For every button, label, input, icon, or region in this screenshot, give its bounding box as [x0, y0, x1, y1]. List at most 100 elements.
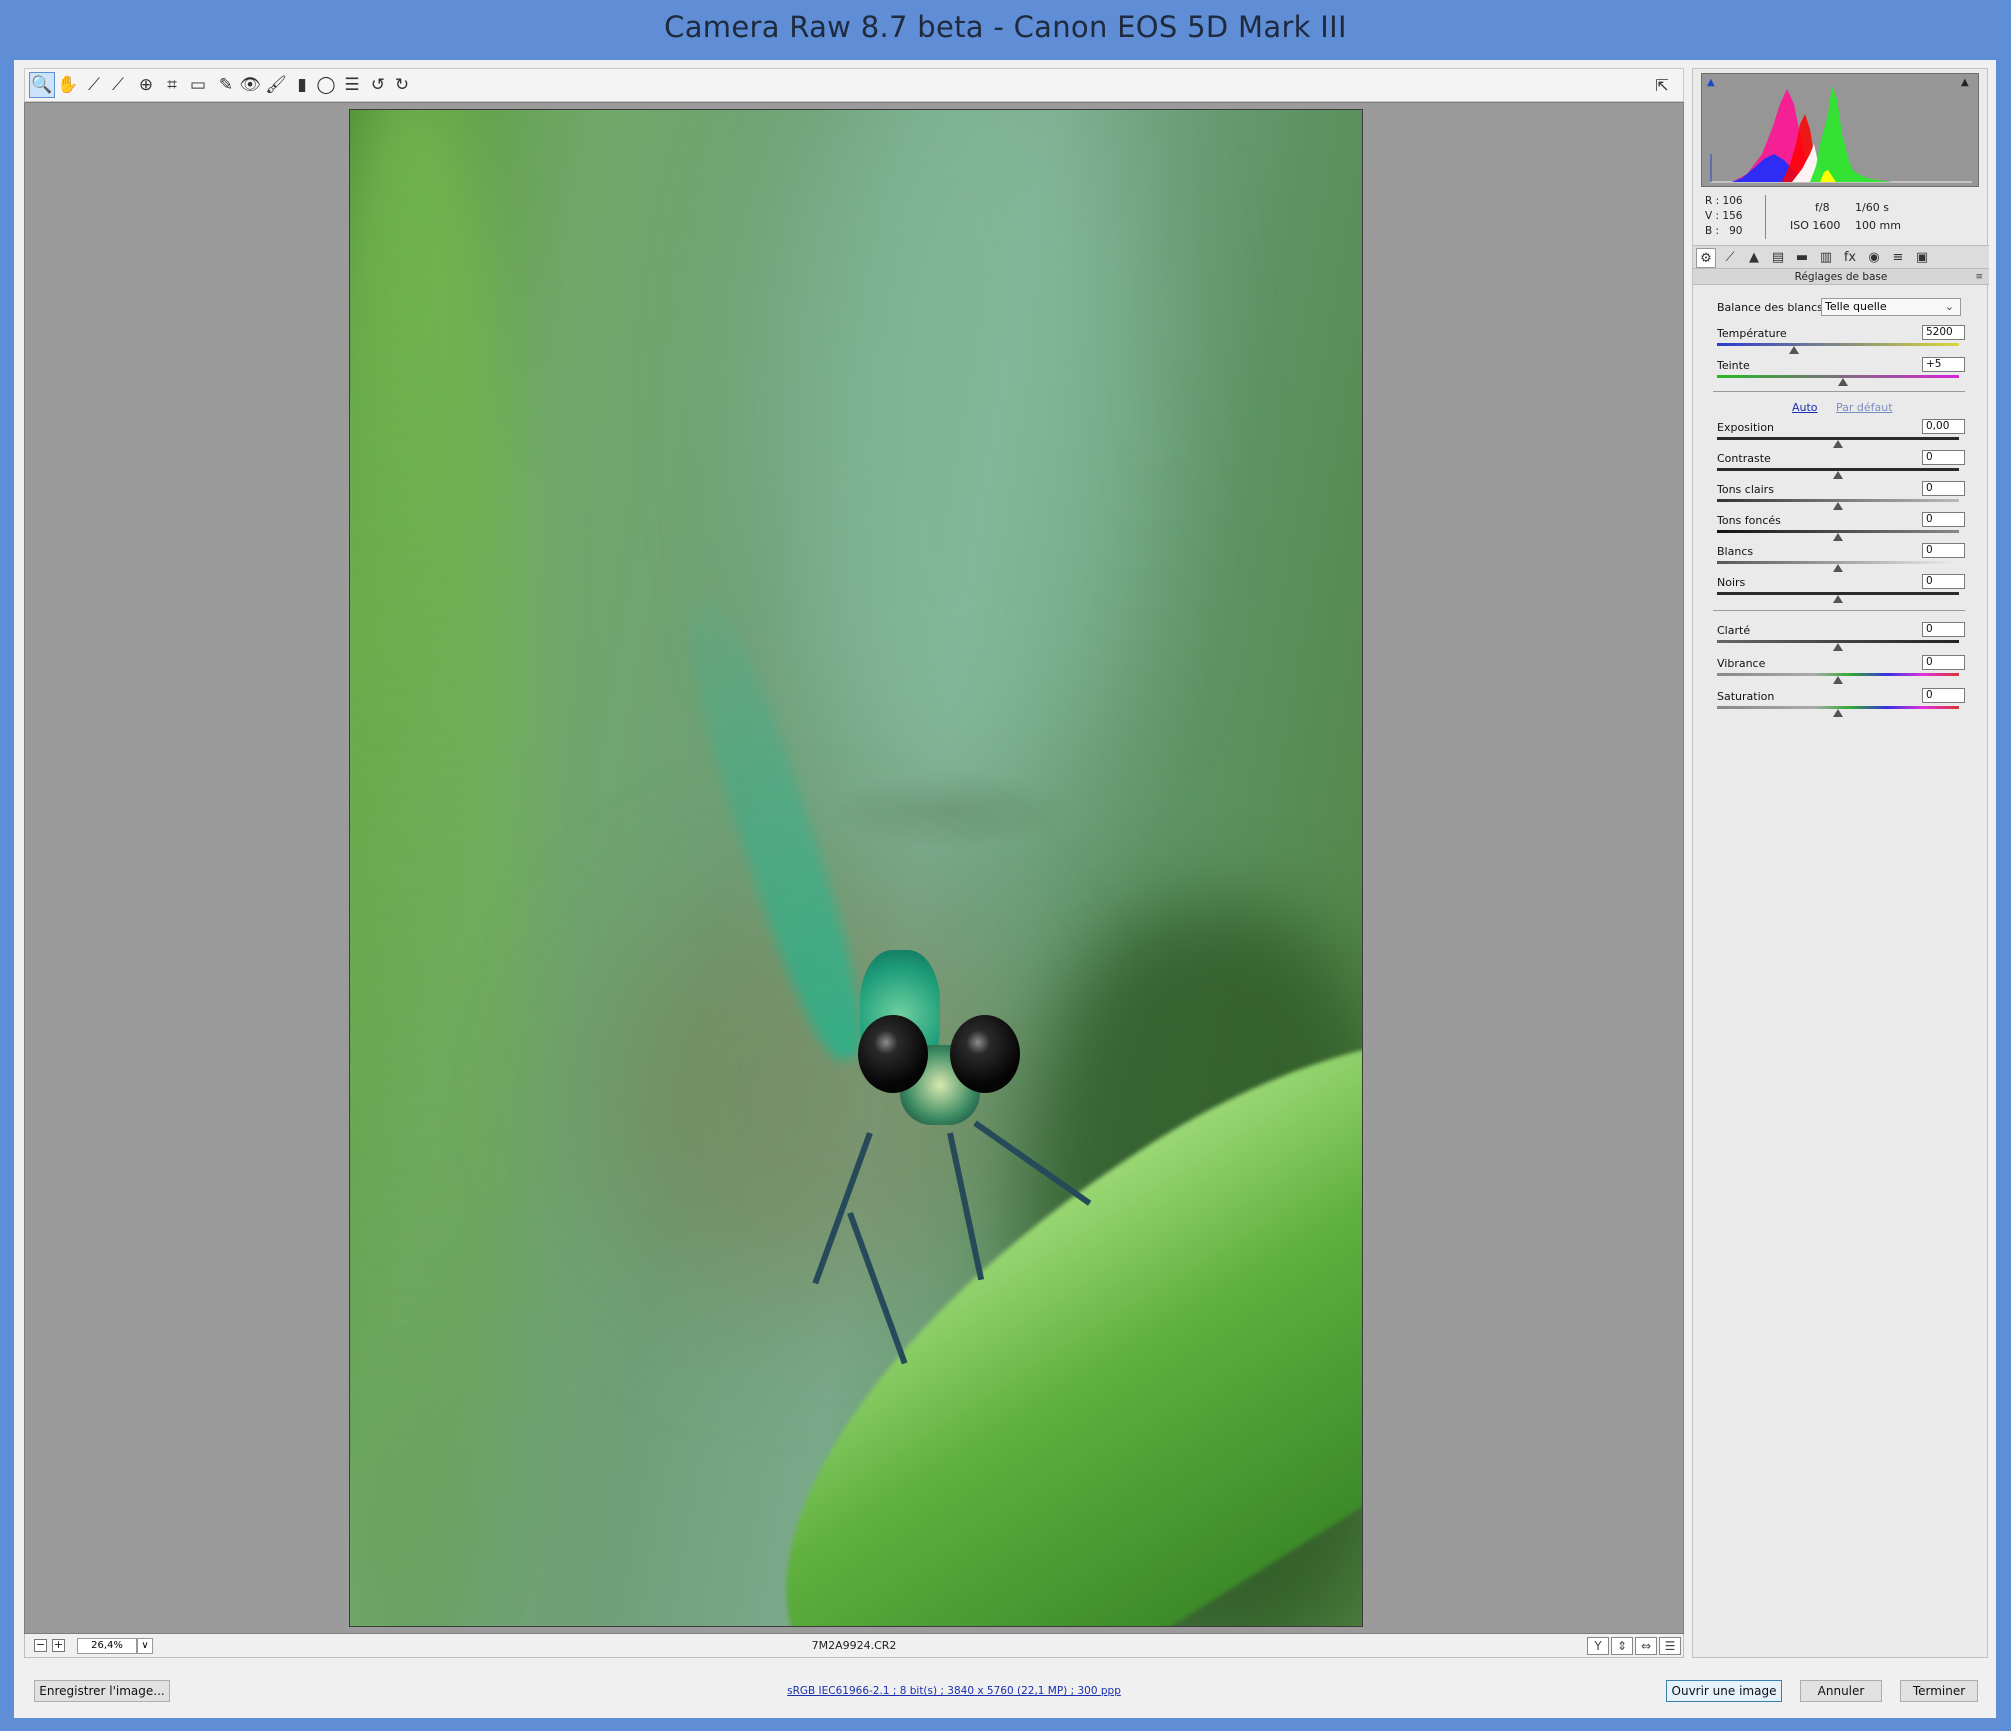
whites-label: Blancs [1717, 545, 1754, 558]
tint-label: Teinte [1717, 359, 1750, 372]
clarity-field[interactable]: 0 [1922, 622, 1965, 637]
section-menu-icon[interactable]: ≡ [1975, 272, 1983, 282]
done-button[interactable]: Terminer [1900, 1680, 1978, 1702]
image-info: R : 106 V : 156 B : 90 f/8 1/60 s ISO 16… [1705, 193, 1980, 245]
temperature-slider-thumb[interactable] [1789, 346, 1800, 354]
camera-raw-window: 🔍 ✋ ⟋ ⟋ ⊕ ⌗ ▭ ✎ 👁 🖌 ▮ ◯ ☰ ↺ ↻ ⇱ − + 26,4… [14, 60, 1996, 1718]
exposure-slider-thumb[interactable] [1833, 440, 1843, 448]
adjustments-panel: ▲ ▲ R : 106 V : 156 B : 90 f/8 1/60 s IS… [1692, 68, 1989, 1658]
contrast-field[interactable]: 0 [1922, 450, 1965, 465]
whites-slider-thumb[interactable] [1833, 564, 1843, 572]
window-title: Camera Raw 8.7 beta - Canon EOS 5D Mark … [664, 10, 1347, 44]
tab-split-toning-icon[interactable]: ▬ [1792, 248, 1812, 268]
white-balance-label: Balance des blancs : [1717, 301, 1831, 314]
histogram: ▲ ▲ [1701, 73, 1979, 187]
shadows-label: Tons foncés [1717, 514, 1781, 527]
targeted-adjustment-tool-icon[interactable]: ⊕ [133, 72, 159, 98]
photo-preview [349, 109, 1363, 1627]
r-label: R : [1705, 195, 1720, 207]
radial-filter-tool-icon[interactable]: ◯ [313, 72, 339, 98]
chevron-down-icon: ⌄ [1944, 300, 1954, 313]
shadow-clipping-icon[interactable]: ▲ [1707, 77, 1721, 88]
before-after-icon[interactable]: Y [1587, 1637, 1609, 1655]
red-eye-tool-icon[interactable]: 👁 [237, 72, 263, 98]
panel-tabs: ⚙ ⟋ ▲ ▤ ▬ ▥ fx ◉ ≡ ▣ [1693, 245, 1989, 269]
highlights-field[interactable]: 0 [1922, 481, 1965, 496]
crop-tool-icon[interactable]: ⌗ [159, 72, 185, 98]
aperture: f/8 [1815, 201, 1830, 214]
file-name: 7M2A9924.CR2 [811, 1639, 897, 1652]
toolbar: 🔍 ✋ ⟋ ⟋ ⊕ ⌗ ▭ ✎ 👁 🖌 ▮ ◯ ☰ ↺ ↻ ⇱ [24, 68, 1684, 102]
section-title: Réglages de base [1693, 269, 1989, 285]
iso: ISO 1600 [1790, 219, 1841, 232]
clarity-slider-thumb[interactable] [1833, 643, 1843, 651]
v-value: 156 [1722, 210, 1743, 222]
tint-field[interactable]: +5 [1922, 357, 1965, 372]
tab-detail-icon[interactable]: ▲ [1744, 248, 1764, 268]
bottom-bar: Enregistrer l'image... sRGB IEC61966-2.1… [14, 1660, 1996, 1716]
save-image-button[interactable]: Enregistrer l'image... [34, 1680, 170, 1702]
tab-lens-icon[interactable]: ▥ [1816, 248, 1836, 268]
whites-field[interactable]: 0 [1922, 543, 1965, 558]
tab-presets-icon[interactable]: ≡ [1888, 248, 1908, 268]
image-preview-area[interactable] [24, 102, 1684, 1634]
preferences-tool-icon[interactable]: ☰ [339, 72, 365, 98]
temperature-field[interactable]: 5200 [1922, 325, 1965, 340]
b-value: 90 [1729, 225, 1743, 237]
workflow-options-link[interactable]: sRGB IEC61966-2.1 ; 8 bit(s) ; 3840 x 57… [414, 1685, 1494, 1697]
color-sampler-tool-icon[interactable]: ⟋ [105, 72, 131, 98]
default-link[interactable]: Par défaut [1836, 401, 1893, 414]
blacks-field[interactable]: 0 [1922, 574, 1965, 589]
vibrance-slider-thumb[interactable] [1833, 676, 1843, 684]
contrast-slider-thumb[interactable] [1833, 471, 1843, 479]
copy-settings-icon[interactable]: ⇔ [1635, 1637, 1657, 1655]
tint-slider-thumb[interactable] [1837, 378, 1848, 386]
zoom-tool-icon[interactable]: 🔍 [29, 72, 55, 98]
b-label: B : [1705, 225, 1720, 237]
spot-removal-tool-icon[interactable]: ✎ [213, 72, 239, 98]
adjustment-brush-tool-icon[interactable]: 🖌 [263, 72, 289, 98]
highlight-clipping-icon[interactable]: ▲ [1961, 77, 1975, 88]
auto-link[interactable]: Auto [1792, 401, 1818, 414]
tab-hsl-icon[interactable]: ▤ [1768, 248, 1788, 268]
white-balance-tool-icon[interactable]: ⟋ [81, 72, 107, 98]
r-value: 106 [1722, 195, 1743, 207]
highlights-label: Tons clairs [1717, 483, 1774, 496]
clarity-label: Clarté [1717, 624, 1751, 637]
fullscreen-icon[interactable]: ⇱ [1649, 72, 1675, 98]
focal-length: 100 mm [1855, 219, 1901, 232]
saturation-slider-thumb[interactable] [1833, 709, 1843, 717]
tab-basic-icon[interactable]: ⚙ [1696, 248, 1716, 268]
blacks-slider-thumb[interactable] [1833, 595, 1843, 603]
saturation-field[interactable]: 0 [1922, 688, 1965, 703]
exposure-field[interactable]: 0,00 [1922, 419, 1965, 434]
saturation-label: Saturation [1717, 690, 1775, 703]
shadows-slider-thumb[interactable] [1833, 533, 1843, 541]
title-bar: Camera Raw 8.7 beta - Canon EOS 5D Mark … [0, 0, 2011, 60]
status-bar: − + 26,4% ∨ 7M2A9924.CR2 Y ⇕ ⇔ ☰ [24, 1634, 1684, 1658]
shadows-field[interactable]: 0 [1922, 512, 1965, 527]
tab-tone-curve-icon[interactable]: ⟋ [1720, 248, 1740, 268]
blacks-label: Noirs [1717, 576, 1746, 589]
rotate-left-icon[interactable]: ↺ [365, 72, 391, 98]
white-balance-value: Telle quelle [1825, 300, 1887, 313]
graduated-filter-tool-icon[interactable]: ▮ [289, 72, 315, 98]
contrast-label: Contraste [1717, 452, 1771, 465]
straighten-tool-icon[interactable]: ▭ [185, 72, 211, 98]
temperature-slider[interactable] [1717, 343, 1959, 346]
v-label: V : [1705, 210, 1720, 222]
toggle-view-icon[interactable]: ☰ [1659, 1637, 1681, 1655]
white-balance-select[interactable]: Telle quelle ⌄ [1821, 298, 1961, 316]
tab-effects-icon[interactable]: fx [1840, 248, 1860, 268]
shutter-speed: 1/60 s [1855, 201, 1889, 214]
open-image-button[interactable]: Ouvrir une image [1666, 1680, 1782, 1702]
cancel-button[interactable]: Annuler [1800, 1680, 1882, 1702]
swap-view-icon[interactable]: ⇕ [1611, 1637, 1633, 1655]
rotate-right-icon[interactable]: ↻ [389, 72, 415, 98]
tab-snapshots-icon[interactable]: ▣ [1912, 248, 1932, 268]
vibrance-field[interactable]: 0 [1922, 655, 1965, 670]
highlights-slider-thumb[interactable] [1833, 502, 1843, 510]
tab-camera-calibration-icon[interactable]: ◉ [1864, 248, 1884, 268]
hand-tool-icon[interactable]: ✋ [55, 72, 81, 98]
exposure-label: Exposition [1717, 421, 1775, 434]
